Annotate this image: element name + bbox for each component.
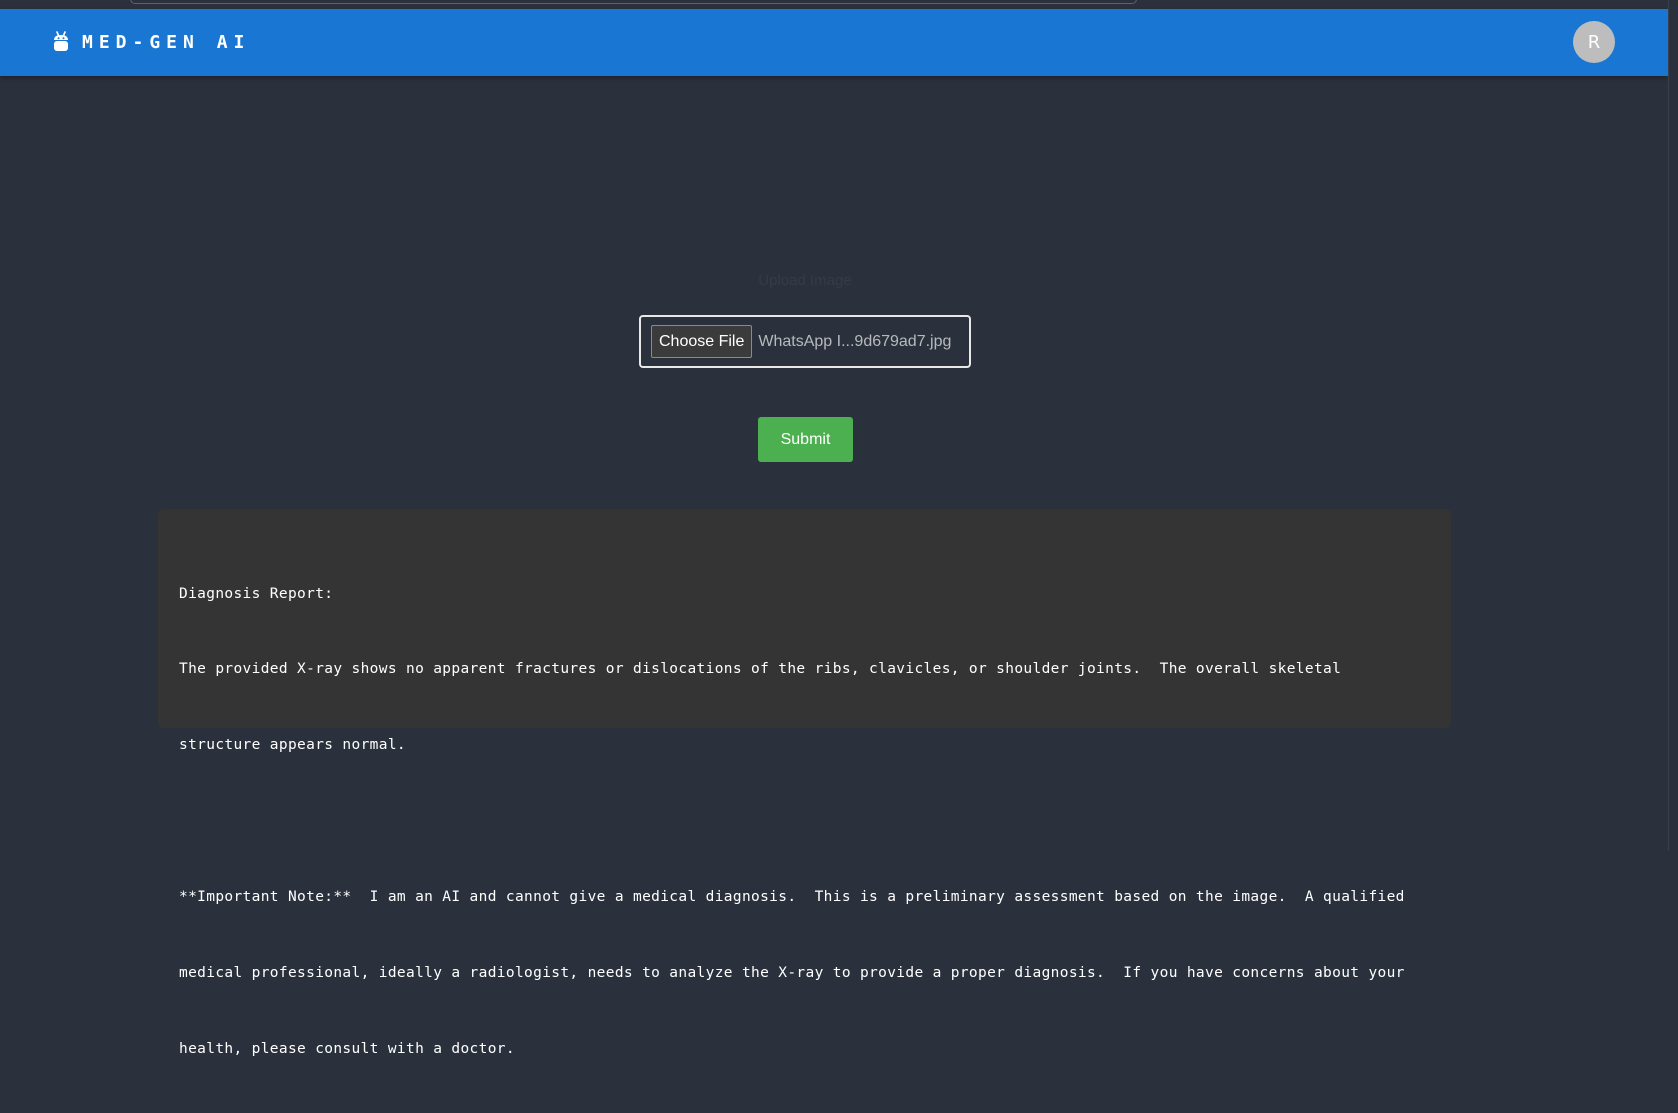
report-blank-line (179, 809, 1430, 834)
report-line: The provided X-ray shows no apparent fra… (179, 661, 1342, 678)
brand-title: MED-GEN AI (82, 31, 251, 53)
diagnosis-report: Diagnosis Report: The provided X-ray sho… (158, 509, 1451, 1057)
browser-address-bar-edge (130, 0, 1137, 4)
report-line: structure appears normal. (179, 737, 406, 754)
selected-file-name: WhatsApp I...9d679ad7.jpg (758, 332, 952, 350)
submit-button[interactable]: Submit (758, 417, 853, 462)
upload-label: Upload Image (758, 272, 852, 289)
report-line: **Important Note:** I am an AI and canno… (179, 889, 1405, 906)
report-line: medical professional, ideally a radiolog… (179, 965, 1405, 982)
navbar: MED-GEN AI R (0, 9, 1668, 76)
robot-icon (52, 31, 70, 53)
report-line: Diagnosis Report: (179, 585, 334, 602)
user-avatar[interactable]: R (1573, 21, 1615, 63)
scrollbar-gutter (1668, 0, 1678, 851)
choose-file-button[interactable]: Choose File (651, 325, 753, 358)
report-line: health, please consult with a doctor. (179, 1040, 515, 1057)
browser-top-strip (0, 0, 1678, 9)
file-input[interactable]: Choose File WhatsApp I...9d679ad7.jpg (639, 315, 971, 368)
logo[interactable]: MED-GEN AI (52, 31, 250, 53)
